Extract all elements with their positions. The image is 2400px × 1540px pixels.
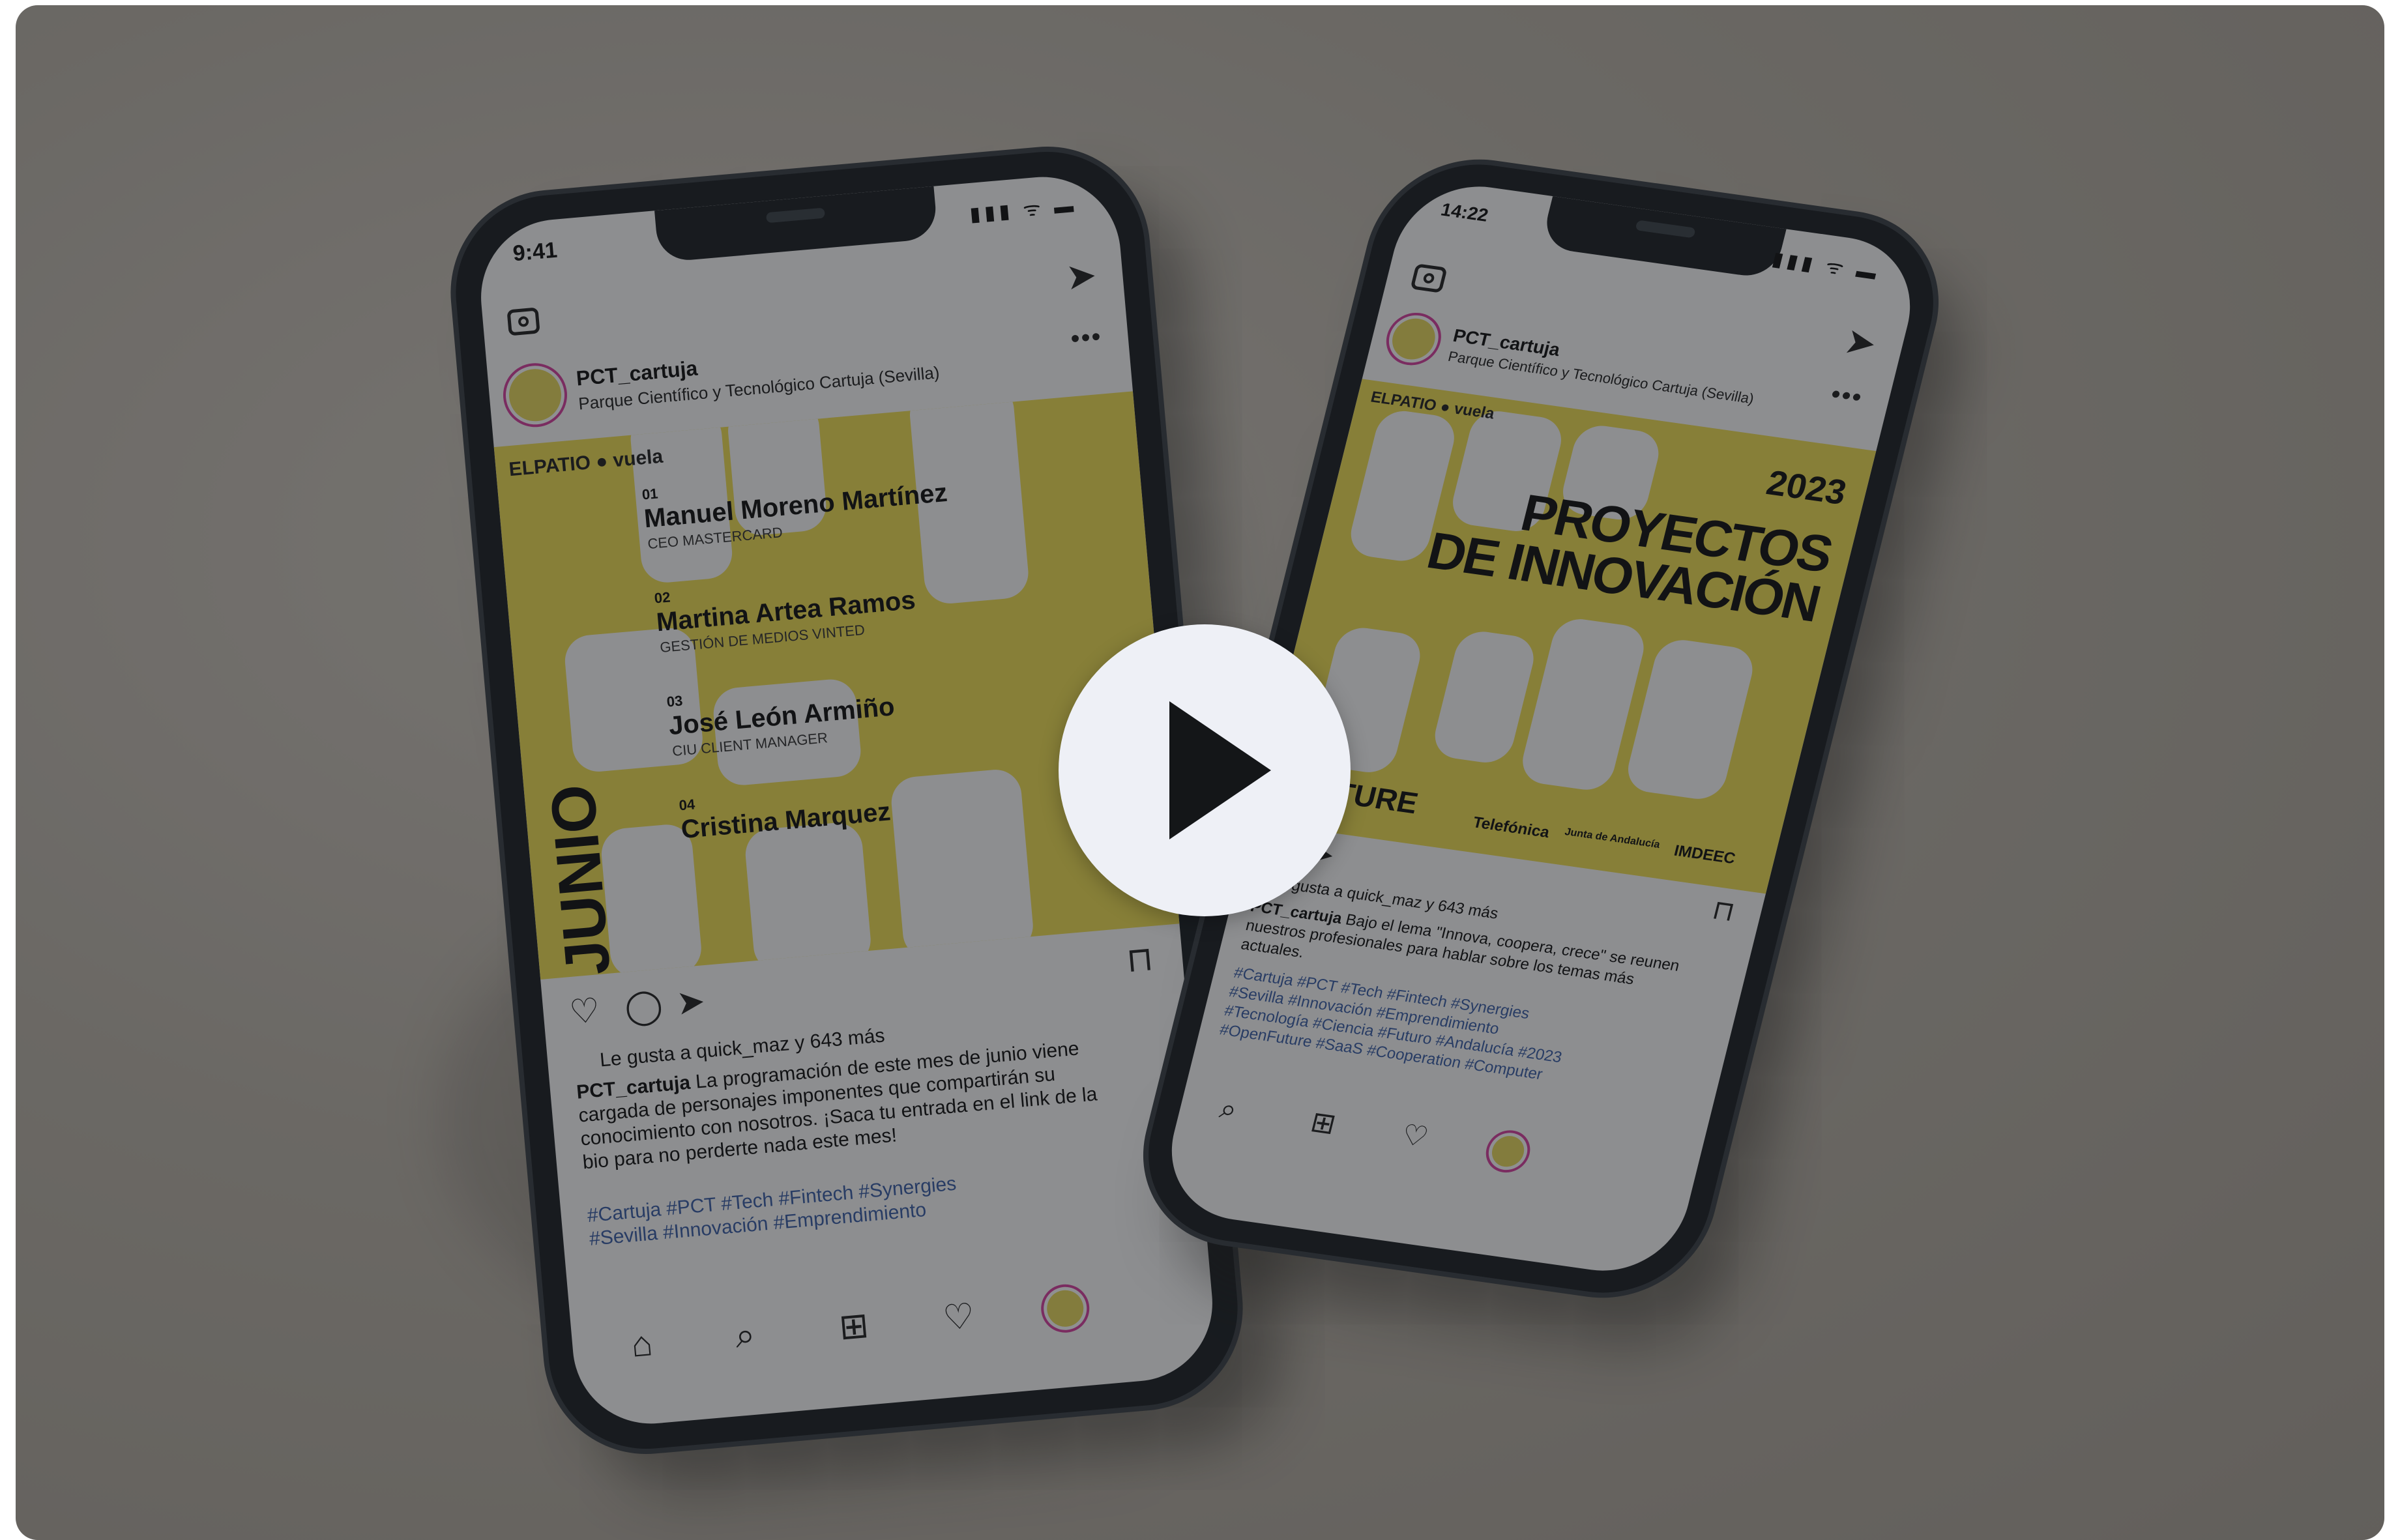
- play-button[interactable]: [1059, 624, 1351, 916]
- play-icon: [1169, 701, 1271, 839]
